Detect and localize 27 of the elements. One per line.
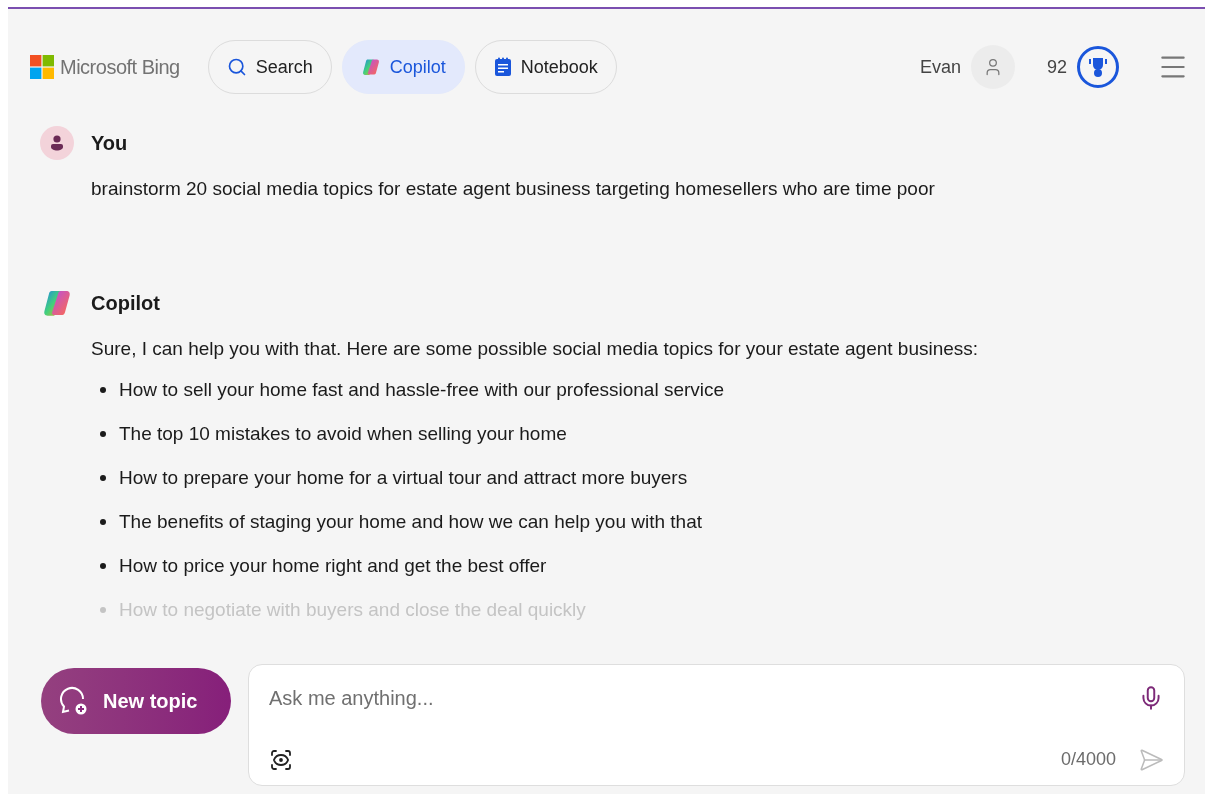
points-count: 92 xyxy=(1046,55,1067,79)
brand-name[interactable]: Microsoft Bing xyxy=(60,52,180,82)
list-item: How to sell your home fast and hassle-free with our professional service xyxy=(100,375,725,404)
trophy-icon xyxy=(1088,56,1108,78)
notepad-icon xyxy=(493,57,512,77)
user-name: Evan xyxy=(919,55,961,79)
chat-input-box[interactable]: Ask me anything... 0/4000 xyxy=(248,664,1185,786)
message-text: Sure, I can help you with that. Here are some possible social media topics for your estate agent business: xyxy=(91,337,979,361)
chat-plus-icon xyxy=(59,686,89,716)
account-button[interactable] xyxy=(970,45,1015,89)
list-item: How to prepare your home for a virtual tour and attract more buyers xyxy=(100,463,688,492)
new-topic-button[interactable]: New topic xyxy=(41,668,231,734)
author-name: You xyxy=(91,131,128,156)
author-name: Copilot xyxy=(91,291,160,316)
four-squares-logo-icon xyxy=(30,55,54,79)
list-item: The benefits of staging your home and how we can help you with that xyxy=(100,507,703,536)
character-counter: 0/4000 xyxy=(1060,748,1116,771)
user-avatar-icon xyxy=(40,126,74,160)
list-item: How to price your home right and get the best offer xyxy=(100,551,547,580)
camera-scan-icon[interactable] xyxy=(269,747,293,772)
chat-input[interactable]: Ask me anything... xyxy=(269,683,1138,713)
message-text: brainstorm 20 social media topics for estate agent business targeting homesellers who are time poor xyxy=(91,177,935,201)
nav-tab[interactable]: Copilot xyxy=(341,40,465,94)
copilot-logo-icon xyxy=(360,57,381,77)
search-icon xyxy=(226,57,247,77)
rewards-button[interactable] xyxy=(1077,46,1119,88)
list-item: The top 10 mistakes to avoid when selling your home xyxy=(100,419,567,448)
